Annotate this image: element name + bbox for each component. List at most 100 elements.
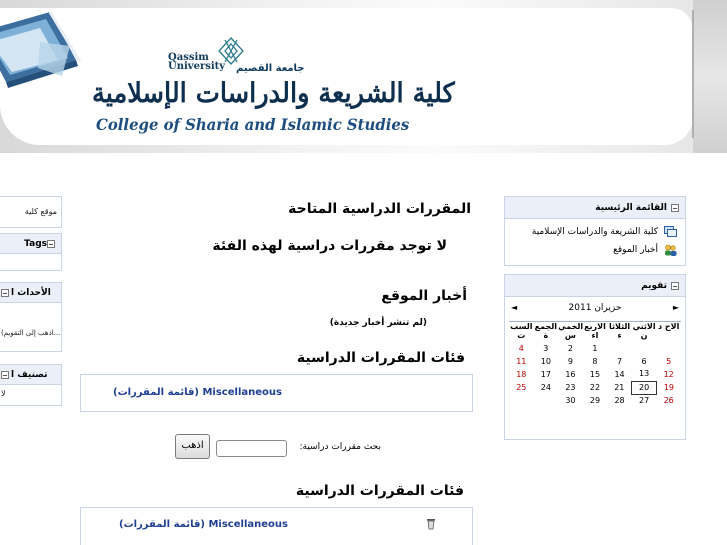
calendar-day[interactable]: 23 <box>558 381 583 394</box>
calendar-week: 30 29 28 27 26 <box>509 394 681 407</box>
tags-title: Tags <box>24 239 47 249</box>
weekday-header: الجمع ة <box>534 322 558 340</box>
calendar-day[interactable]: 17 <box>534 368 559 381</box>
calendar-day[interactable]: 24 <box>534 381 559 394</box>
category-box: Miscellaneous (قائمة المقررات) <box>80 374 473 412</box>
calendar-week: 4 3 2 1 <box>509 342 681 355</box>
category-link-miscellaneous[interactable]: Miscellaneous (قائمة المقررات) <box>113 387 282 398</box>
calendar-day[interactable]: 8 <box>583 355 608 368</box>
classify-block: تصنيف ا لا <box>0 364 62 406</box>
site-news-heading: أخبار الموقع <box>381 288 467 304</box>
events-title: الأحداث ا <box>11 288 51 298</box>
weekday-header: الاح د <box>658 322 680 331</box>
calendar-day[interactable]: 11 <box>509 355 534 368</box>
main-menu-header: القائمة الرئيسية <box>505 197 685 219</box>
calendar-day[interactable]: 6 <box>632 355 657 368</box>
classify-text: لا <box>1 389 6 398</box>
search-courses-input[interactable] <box>216 440 287 457</box>
tags-block: Tags <box>0 233 62 271</box>
calendar-header: تقويم <box>505 275 685 297</box>
header-banner: Qassim University جامعة القصيم كلية الشر… <box>0 0 727 153</box>
calendar-day[interactable]: 14 <box>607 368 632 381</box>
calendar-day[interactable]: 5 <box>656 355 681 368</box>
course-categories-heading-2: فئات المقررات الدراسية <box>295 483 464 499</box>
collapse-icon[interactable] <box>47 239 55 248</box>
university-name-ar: جامعة القصيم <box>236 63 305 74</box>
calendar-day[interactable] <box>607 342 632 355</box>
go-button[interactable]: اذهب <box>175 434 210 459</box>
calendar-day[interactable]: 16 <box>558 368 583 381</box>
university-name-en: Qassim University <box>168 52 226 72</box>
site-block-text: موقع كلية <box>24 207 57 216</box>
calendar-day[interactable]: 25 <box>509 381 534 394</box>
calendar-day[interactable]: 15 <box>583 368 608 381</box>
calendar-day[interactable] <box>656 342 681 355</box>
calendar-day[interactable]: 13 <box>632 368 657 381</box>
forum-icon <box>664 225 677 237</box>
main-menu-title: القائمة الرئيسية <box>595 203 667 213</box>
calendar-block: تقويم ◄ حزيران 2011 ► السب ت الجمع ة الخ… <box>504 274 686 440</box>
calendar-day[interactable]: 28 <box>607 394 632 407</box>
collapse-icon[interactable] <box>671 281 679 290</box>
users-icon <box>665 244 677 256</box>
site-block: موقع كلية <box>0 196 62 228</box>
banner-strip <box>693 0 727 153</box>
calendar-day[interactable]: 4 <box>509 342 534 355</box>
menu-item-college[interactable]: كلية الشريعة والدراسات الإسلامية <box>505 223 685 241</box>
calendar-day[interactable]: 9 <box>558 355 583 368</box>
weekday-header: الخمي س <box>558 322 583 340</box>
no-news-message: (لم تنشر أخبار جديدة) <box>329 318 427 328</box>
weekday-header: الاثني ن <box>632 322 656 340</box>
college-name-ar: كلية الشريعة والدراسات الإسلامية <box>92 78 456 109</box>
no-courses-message: لا توجد مقررات دراسية لهذه الفئة <box>212 238 447 254</box>
calendar-nav: ◄ حزيران 2011 ► <box>505 301 685 319</box>
calendar-day[interactable] <box>509 394 534 407</box>
calendar-day[interactable]: 10 <box>534 355 559 368</box>
course-categories-heading: فئات المقررات الدراسية <box>296 350 465 366</box>
calendar-day[interactable]: 12 <box>656 368 681 381</box>
tags-block-header: Tags <box>0 234 61 254</box>
calendar-week: 18 17 16 15 14 13 12 <box>509 368 681 381</box>
menu-item-label: أخبار الموقع <box>613 245 658 255</box>
collapse-icon[interactable] <box>671 203 679 212</box>
collapse-icon[interactable] <box>1 288 9 297</box>
calendar-day[interactable] <box>632 342 657 355</box>
collapse-icon[interactable] <box>1 370 9 379</box>
calendar-day[interactable]: 30 <box>558 394 583 407</box>
calendar-day[interactable]: 27 <box>632 394 657 407</box>
calendar-day[interactable]: 7 <box>607 355 632 368</box>
calendar-next-month[interactable]: ► <box>673 303 679 312</box>
classify-block-header: تصنيف ا <box>0 365 61 385</box>
calendar-grid: السب ت الجمع ة الخمي س الاربع اء الثلاثا… <box>509 322 681 407</box>
calendar-day[interactable]: 22 <box>583 381 608 394</box>
events-block-header: الأحداث ا <box>0 283 61 303</box>
go-to-calendar-link[interactable]: (اذهب إلى التقويم... <box>0 303 61 341</box>
weekday-header: الثلاثا ء <box>608 322 631 340</box>
category-box-2: Miscellaneous (قائمة المقررات) <box>80 507 473 545</box>
calendar-day[interactable]: 2 <box>558 342 583 355</box>
search-courses-label: بحث مقررات دراسية: <box>299 442 381 452</box>
college-name-en: College of Sharia and Islamic Studies <box>96 115 410 134</box>
menu-item-site-news[interactable]: أخبار الموقع <box>505 241 685 259</box>
banner-divider <box>692 10 694 138</box>
calendar-day[interactable]: 3 <box>534 342 559 355</box>
main-menu-block: القائمة الرئيسية كلية الشريعة والدراسات … <box>504 196 686 266</box>
calendar-day-today[interactable]: 20 <box>631 380 657 395</box>
calendar-day[interactable]: 29 <box>583 394 608 407</box>
calendar-day[interactable]: 18 <box>509 368 534 381</box>
calendar-month-label: حزيران 2011 <box>568 303 622 313</box>
calendar-week: 25 24 23 22 21 20 19 <box>509 380 681 395</box>
calendar-title: تقويم <box>641 281 667 291</box>
available-courses-heading: المقررات الدراسية المتاحة <box>288 201 471 217</box>
calendar-day[interactable]: 26 <box>656 394 681 407</box>
calendar-day[interactable] <box>534 394 559 407</box>
calendar-day[interactable]: 1 <box>583 342 608 355</box>
trash-icon[interactable] <box>426 518 436 530</box>
books-illustration-icon <box>0 11 82 88</box>
menu-item-label: كلية الشريعة والدراسات الإسلامية <box>531 227 658 237</box>
weekday-header: الاربع اء <box>584 322 606 340</box>
calendar-day[interactable]: 21 <box>607 381 632 394</box>
category-link-miscellaneous-2[interactable]: Miscellaneous (قائمة المقررات) <box>119 519 288 530</box>
calendar-day[interactable]: 19 <box>656 381 681 394</box>
weekday-row: السب ت الجمع ة الخمي س الاربع اء الثلاثا… <box>509 322 681 342</box>
